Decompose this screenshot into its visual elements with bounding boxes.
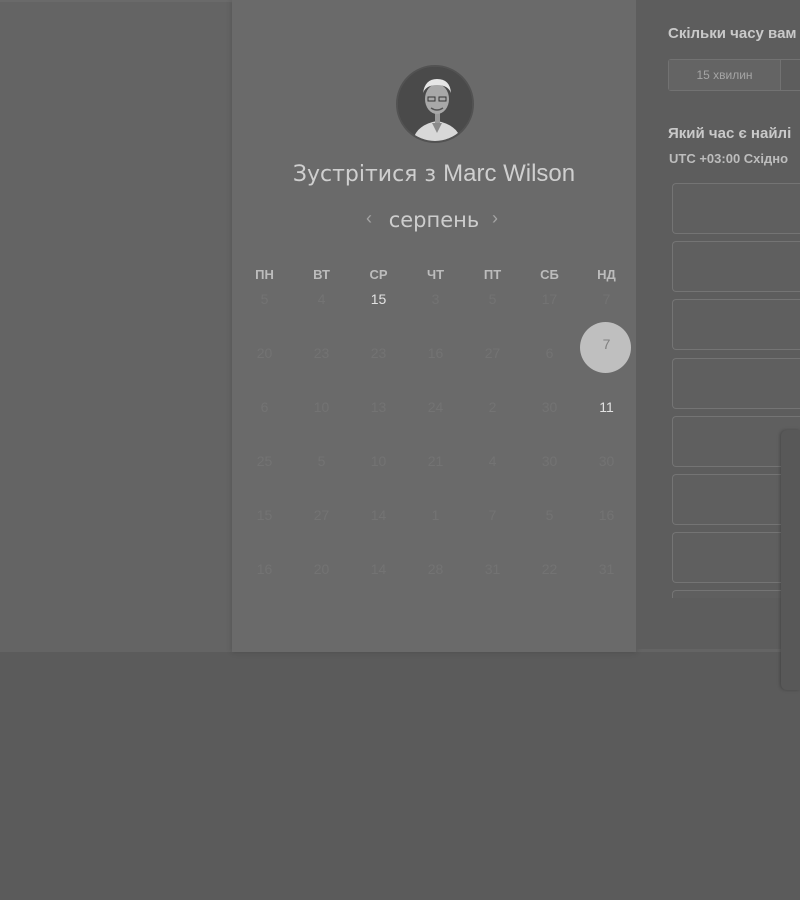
weekday-header: ПН ВТ СР ЧТ ПТ СБ НД bbox=[236, 262, 636, 288]
calendar-day: 3 bbox=[431, 291, 440, 307]
duration-selector: 15 хвилин bbox=[668, 59, 800, 91]
calendar-day: 15 bbox=[256, 507, 273, 523]
side-popup-edge bbox=[781, 430, 800, 690]
time-slot[interactable] bbox=[672, 299, 800, 351]
weekday-tue: ВТ bbox=[313, 267, 330, 282]
weekday-sat: СБ bbox=[540, 267, 559, 282]
calendar-day: 22 bbox=[541, 561, 558, 577]
calendar-day-available[interactable]: 11 bbox=[578, 396, 635, 450]
calendar-week: 5 4 15 3 5 17 7 bbox=[236, 288, 636, 342]
calendar-day: 5 bbox=[260, 291, 269, 307]
calendar-day: 1 bbox=[431, 507, 440, 523]
calendar-day-selected[interactable]: 7 bbox=[578, 322, 635, 396]
calendar-day: 31 bbox=[484, 561, 501, 577]
calendar-day: 2 bbox=[488, 399, 497, 415]
duration-option-15[interactable]: 15 хвилин bbox=[669, 60, 781, 90]
weekday-wed: СР bbox=[369, 267, 388, 282]
calendar-grid: ПН ВТ СР ЧТ ПТ СБ НД 5 4 15 3 5 17 7 20 … bbox=[236, 262, 636, 612]
calendar-day: 28 bbox=[427, 561, 444, 577]
calendar-day: 25 bbox=[256, 453, 273, 469]
calendar-day: 31 bbox=[598, 561, 615, 577]
calendar-day: 27 bbox=[484, 345, 501, 361]
calendar-day: 7 bbox=[488, 507, 497, 523]
calendar-day: 20 bbox=[313, 561, 330, 577]
calendar-day: 4 bbox=[488, 453, 497, 469]
calendar-day: 5 bbox=[545, 507, 554, 523]
title-prefix: Зустрітися з bbox=[292, 162, 437, 187]
weekday-mon: ПН bbox=[255, 267, 274, 282]
calendar-day: 14 bbox=[370, 561, 387, 577]
month-label: серпень bbox=[388, 208, 480, 232]
calendar-day: 6 bbox=[260, 399, 269, 415]
calendar-day: 30 bbox=[541, 453, 558, 469]
calendar-day: 30 bbox=[598, 453, 615, 469]
calendar-day: 13 bbox=[370, 399, 387, 415]
calendar-day: 5 bbox=[317, 453, 326, 469]
timezone-label[interactable]: UTC +03:00 Східно bbox=[669, 151, 788, 166]
calendar-week: 6 10 13 24 2 30 11 bbox=[236, 396, 636, 450]
calendar-week: 25 5 10 21 4 30 30 bbox=[236, 450, 636, 504]
calendar-day: 27 bbox=[313, 507, 330, 523]
time-slot[interactable] bbox=[672, 183, 800, 234]
calendar-day-available[interactable]: 15 bbox=[350, 288, 407, 342]
page-title: Зустрітися з Marc Wilson bbox=[232, 160, 636, 188]
calendar-day: 14 bbox=[370, 507, 387, 523]
weekday-thu: ЧТ bbox=[426, 267, 445, 282]
calendar-week: 15 27 14 1 7 5 16 bbox=[236, 504, 636, 558]
duration-question: Скільки часу вам bbox=[668, 25, 797, 42]
month-navigation: ‹ серпень › bbox=[232, 206, 636, 236]
calendar-day: 17 bbox=[541, 291, 558, 307]
time-slot[interactable] bbox=[672, 241, 800, 293]
calendar-day: 20 bbox=[256, 345, 273, 361]
calendar-day: 4 bbox=[317, 291, 326, 307]
calendar-day: 16 bbox=[427, 345, 444, 361]
host-avatar bbox=[396, 65, 474, 143]
calendar-week: 16 20 14 28 31 22 31 bbox=[236, 558, 636, 612]
calendar-day: 23 bbox=[313, 345, 330, 361]
weekday-fri: ПТ bbox=[483, 267, 502, 282]
host-name: Marc Wilson bbox=[443, 160, 576, 187]
calendar-week: 20 23 23 16 27 6 7 bbox=[236, 322, 636, 396]
calendar-day: 10 bbox=[313, 399, 330, 415]
calendar-day: 16 bbox=[256, 561, 273, 577]
weekday-sun: НД bbox=[597, 267, 616, 282]
calendar-day: 5 bbox=[488, 291, 497, 307]
top-edge bbox=[0, 0, 240, 2]
calendar-day: 23 bbox=[370, 345, 387, 361]
calendar-day: 30 bbox=[541, 399, 558, 415]
time-question: Який час є найлі bbox=[668, 125, 792, 142]
calendar-day: 21 bbox=[427, 453, 444, 469]
time-slot[interactable] bbox=[672, 357, 800, 409]
calendar-day: 16 bbox=[598, 507, 615, 523]
calendar-day: 6 bbox=[545, 345, 554, 361]
next-month-chevron-icon[interactable]: › bbox=[492, 208, 498, 229]
calendar-day: 10 bbox=[370, 453, 387, 469]
duration-option-next[interactable] bbox=[781, 60, 800, 90]
calendar-day: 24 bbox=[427, 399, 444, 415]
